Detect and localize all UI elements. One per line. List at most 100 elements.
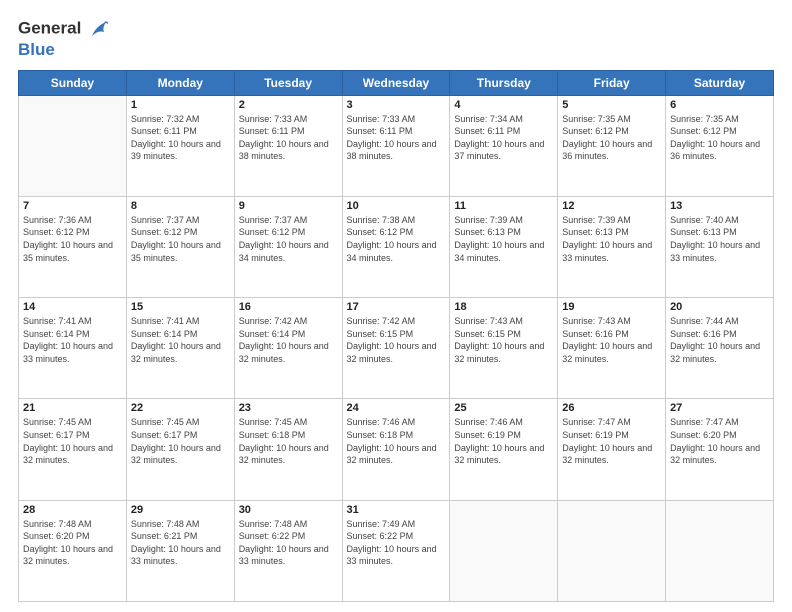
calendar-cell: 9 Sunrise: 7:37 AM Sunset: 6:12 PM Daylig… [234, 196, 342, 297]
calendar-cell: 3 Sunrise: 7:33 AM Sunset: 6:11 PM Daylig… [342, 95, 450, 196]
day-info: Sunrise: 7:34 AM Sunset: 6:11 PM Dayligh… [454, 113, 553, 163]
day-info: Sunrise: 7:35 AM Sunset: 6:12 PM Dayligh… [562, 113, 661, 163]
day-number: 17 [347, 301, 446, 313]
day-info: Sunrise: 7:42 AM Sunset: 6:14 PM Dayligh… [239, 315, 338, 365]
logo-line2: Blue [18, 40, 110, 60]
calendar-week-row: 21 Sunrise: 7:45 AM Sunset: 6:17 PM Dayli… [19, 399, 774, 500]
day-number: 2 [239, 99, 338, 111]
calendar-cell: 24Sunrise: 7:46 AM Sunset: 6:18 PM Dayli… [342, 399, 450, 500]
day-number: 23 [239, 402, 338, 414]
day-info: Sunrise: 7:33 AM Sunset: 6:11 PM Dayligh… [239, 113, 338, 163]
day-number: 5 [562, 99, 661, 111]
day-info: Sunrise: 7:41 AM Sunset: 6:14 PM Dayligh… [23, 315, 122, 365]
logo-line1: General [18, 18, 110, 40]
calendar-cell: 16 Sunrise: 7:42 AM Sunset: 6:14 PM Dayli… [234, 298, 342, 399]
day-info: Sunrise: 7:36 AM Sunset: 6:12 PM Dayligh… [23, 214, 122, 264]
calendar-cell: 2 Sunrise: 7:33 AM Sunset: 6:11 PM Daylig… [234, 95, 342, 196]
day-number: 7 [23, 200, 122, 212]
day-number: 16 [239, 301, 338, 313]
calendar-week-row: 7 Sunrise: 7:36 AM Sunset: 6:12 PM Daylig… [19, 196, 774, 297]
day-info: Sunrise: 7:49 AM Sunset: 6:22 PM Dayligh… [347, 518, 446, 568]
day-info: Sunrise: 7:45 AM Sunset: 6:17 PM Dayligh… [131, 416, 230, 466]
day-number: 1 [131, 99, 230, 111]
day-info: Sunrise: 7:45 AM Sunset: 6:17 PM Dayligh… [23, 416, 122, 466]
day-number: 4 [454, 99, 553, 111]
calendar-cell: 19 Sunrise: 7:43 AM Sunset: 6:16 PM Dayli… [558, 298, 666, 399]
page: General Blue SundayMondayTuesdayWednesda… [0, 0, 792, 612]
day-info: Sunrise: 7:32 AM Sunset: 6:11 PM Dayligh… [131, 113, 230, 163]
day-number: 13 [670, 200, 769, 212]
day-number: 21 [23, 402, 122, 414]
day-info: Sunrise: 7:39 AM Sunset: 6:13 PM Dayligh… [454, 214, 553, 264]
calendar-cell: 12Sunrise: 7:39 AM Sunset: 6:13 PM Dayli… [558, 196, 666, 297]
calendar-day-header: Friday [558, 70, 666, 95]
calendar-week-row: 14 Sunrise: 7:41 AM Sunset: 6:14 PM Dayli… [19, 298, 774, 399]
calendar-week-row: 1 Sunrise: 7:32 AM Sunset: 6:11 PM Daylig… [19, 95, 774, 196]
calendar-cell: 23Sunrise: 7:45 AM Sunset: 6:18 PM Dayli… [234, 399, 342, 500]
calendar-day-header: Thursday [450, 70, 558, 95]
calendar-cell [666, 500, 774, 601]
calendar-day-header: Wednesday [342, 70, 450, 95]
calendar-cell: 22 Sunrise: 7:45 AM Sunset: 6:17 PM Dayli… [126, 399, 234, 500]
calendar-cell: 1 Sunrise: 7:32 AM Sunset: 6:11 PM Daylig… [126, 95, 234, 196]
day-info: Sunrise: 7:44 AM Sunset: 6:16 PM Dayligh… [670, 315, 769, 365]
calendar-cell: 17 Sunrise: 7:42 AM Sunset: 6:15 PM Dayli… [342, 298, 450, 399]
day-info: Sunrise: 7:38 AM Sunset: 6:12 PM Dayligh… [347, 214, 446, 264]
day-info: Sunrise: 7:37 AM Sunset: 6:12 PM Dayligh… [131, 214, 230, 264]
calendar-cell: 8Sunrise: 7:37 AM Sunset: 6:12 PM Daylig… [126, 196, 234, 297]
calendar-cell: 13 Sunrise: 7:40 AM Sunset: 6:13 PM Dayli… [666, 196, 774, 297]
day-number: 15 [131, 301, 230, 313]
calendar-day-header: Monday [126, 70, 234, 95]
day-number: 6 [670, 99, 769, 111]
day-info: Sunrise: 7:33 AM Sunset: 6:11 PM Dayligh… [347, 113, 446, 163]
day-number: 22 [131, 402, 230, 414]
day-info: Sunrise: 7:42 AM Sunset: 6:15 PM Dayligh… [347, 315, 446, 365]
day-number: 12 [562, 200, 661, 212]
calendar-table: SundayMondayTuesdayWednesdayThursdayFrid… [18, 70, 774, 602]
day-number: 30 [239, 504, 338, 516]
day-number: 9 [239, 200, 338, 212]
logo: General Blue [18, 18, 110, 60]
day-number: 24 [347, 402, 446, 414]
day-number: 18 [454, 301, 553, 313]
calendar-cell [558, 500, 666, 601]
calendar-cell: 27 Sunrise: 7:47 AM Sunset: 6:20 PM Dayli… [666, 399, 774, 500]
day-info: Sunrise: 7:47 AM Sunset: 6:20 PM Dayligh… [670, 416, 769, 466]
day-number: 10 [347, 200, 446, 212]
calendar-cell: 7 Sunrise: 7:36 AM Sunset: 6:12 PM Daylig… [19, 196, 127, 297]
day-info: Sunrise: 7:48 AM Sunset: 6:21 PM Dayligh… [131, 518, 230, 568]
day-number: 27 [670, 402, 769, 414]
logo-bird-icon [88, 18, 110, 40]
calendar-week-row: 28Sunrise: 7:48 AM Sunset: 6:20 PM Dayli… [19, 500, 774, 601]
day-number: 20 [670, 301, 769, 313]
day-number: 25 [454, 402, 553, 414]
day-info: Sunrise: 7:47 AM Sunset: 6:19 PM Dayligh… [562, 416, 661, 466]
day-info: Sunrise: 7:37 AM Sunset: 6:12 PM Dayligh… [239, 214, 338, 264]
day-number: 29 [131, 504, 230, 516]
calendar-cell: 15 Sunrise: 7:41 AM Sunset: 6:14 PM Dayli… [126, 298, 234, 399]
calendar-cell: 26 Sunrise: 7:47 AM Sunset: 6:19 PM Dayli… [558, 399, 666, 500]
calendar-cell: 14 Sunrise: 7:41 AM Sunset: 6:14 PM Dayli… [19, 298, 127, 399]
calendar-cell: 28Sunrise: 7:48 AM Sunset: 6:20 PM Dayli… [19, 500, 127, 601]
calendar-cell: 31Sunrise: 7:49 AM Sunset: 6:22 PM Dayli… [342, 500, 450, 601]
calendar-cell: 10 Sunrise: 7:38 AM Sunset: 6:12 PM Dayli… [342, 196, 450, 297]
day-info: Sunrise: 7:41 AM Sunset: 6:14 PM Dayligh… [131, 315, 230, 365]
day-info: Sunrise: 7:40 AM Sunset: 6:13 PM Dayligh… [670, 214, 769, 264]
calendar-cell: 30 Sunrise: 7:48 AM Sunset: 6:22 PM Dayli… [234, 500, 342, 601]
calendar-cell: 20 Sunrise: 7:44 AM Sunset: 6:16 PM Dayli… [666, 298, 774, 399]
day-number: 19 [562, 301, 661, 313]
day-info: Sunrise: 7:48 AM Sunset: 6:22 PM Dayligh… [239, 518, 338, 568]
calendar-cell: 21 Sunrise: 7:45 AM Sunset: 6:17 PM Dayli… [19, 399, 127, 500]
calendar-cell: 18 Sunrise: 7:43 AM Sunset: 6:15 PM Dayli… [450, 298, 558, 399]
calendar-cell: 11Sunrise: 7:39 AM Sunset: 6:13 PM Dayli… [450, 196, 558, 297]
day-info: Sunrise: 7:43 AM Sunset: 6:16 PM Dayligh… [562, 315, 661, 365]
header: General Blue [18, 18, 774, 60]
calendar-cell: 29 Sunrise: 7:48 AM Sunset: 6:21 PM Dayli… [126, 500, 234, 601]
day-info: Sunrise: 7:35 AM Sunset: 6:12 PM Dayligh… [670, 113, 769, 163]
day-number: 26 [562, 402, 661, 414]
day-number: 28 [23, 504, 122, 516]
day-number: 3 [347, 99, 446, 111]
day-info: Sunrise: 7:43 AM Sunset: 6:15 PM Dayligh… [454, 315, 553, 365]
day-number: 14 [23, 301, 122, 313]
calendar-cell [19, 95, 127, 196]
